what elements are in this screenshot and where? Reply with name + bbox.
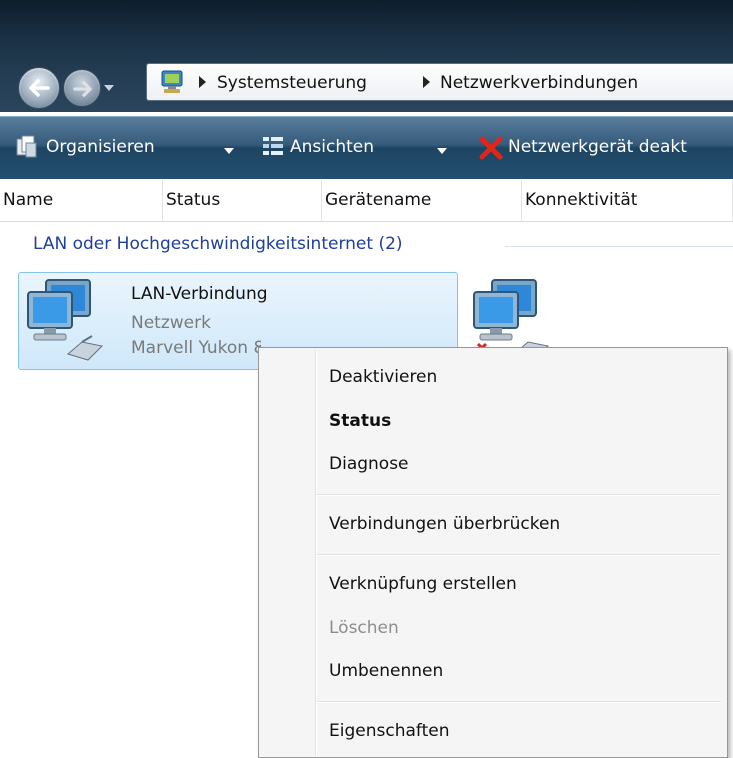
- forward-button[interactable]: [63, 69, 101, 107]
- views-dropdown-icon[interactable]: [437, 148, 447, 154]
- connection-device: Marvell Yukon 88E8053 PCI: [131, 338, 261, 358]
- disable-device-icon: [479, 136, 503, 160]
- command-toolbar: Organisieren Ansichten Netzwerkgerät dea…: [0, 116, 733, 179]
- group-header-lan[interactable]: LAN oder Hochgeschwindigkeitsinternet (2…: [33, 234, 403, 254]
- column-header-device-name[interactable]: Gerätename: [322, 180, 522, 221]
- menu-item-bridge-connections[interactable]: Verbindungen überbrücken: [329, 514, 560, 534]
- organize-icon: [16, 135, 37, 158]
- menu-separator: [317, 494, 721, 496]
- control-panel-icon: [161, 70, 183, 93]
- views-button[interactable]: Ansichten: [290, 137, 374, 157]
- back-button[interactable]: [18, 67, 60, 109]
- network-connection-icon: [27, 279, 104, 361]
- menu-item-rename[interactable]: Umbenennen: [329, 661, 443, 681]
- address-bar[interactable]: Systemsteuerung Netzwerkverbindungen: [146, 63, 733, 101]
- menu-item-properties[interactable]: Eigenschaften: [329, 721, 449, 741]
- menu-item-create-shortcut[interactable]: Verknüpfung erstellen: [329, 574, 517, 594]
- disable-device-button[interactable]: Netzwerkgerät deakt: [508, 137, 687, 157]
- menu-separator: [317, 701, 721, 703]
- menu-item-diagnose[interactable]: Diagnose: [329, 454, 409, 474]
- organize-dropdown-icon[interactable]: [224, 148, 234, 154]
- menu-item-status[interactable]: Status: [329, 411, 391, 431]
- breadcrumb-separator-icon: [423, 76, 430, 88]
- column-header-row: Name Status Gerätename Konnektivität: [0, 180, 733, 222]
- organize-button[interactable]: Organisieren: [46, 137, 155, 157]
- window-titlebar: Systemsteuerung Netzwerkverbindungen: [0, 0, 733, 112]
- breadcrumb-systemsteuerung[interactable]: Systemsteuerung: [217, 73, 367, 93]
- arrow-left-icon: [29, 79, 50, 97]
- context-menu: Deaktivieren Status Diagnose Verbindunge…: [258, 347, 728, 758]
- menu-item-deaktivieren[interactable]: Deaktivieren: [329, 367, 437, 387]
- views-icon: [263, 137, 283, 155]
- arrow-right-icon: [73, 81, 92, 97]
- column-header-name[interactable]: Name: [0, 180, 163, 221]
- breadcrumb-netzwerkverbindungen[interactable]: Netzwerkverbindungen: [440, 73, 638, 93]
- breadcrumb-separator-icon: [199, 76, 206, 88]
- column-header-connectivity[interactable]: Konnektivität: [522, 180, 733, 221]
- connection-status: Netzwerk: [131, 313, 211, 333]
- context-menu-gutter: [315, 350, 317, 755]
- recent-pages-dropdown-icon[interactable]: [104, 84, 114, 92]
- group-divider: [505, 246, 733, 247]
- menu-item-delete: Löschen: [329, 618, 399, 638]
- connection-name: LAN-Verbindung: [131, 284, 268, 304]
- column-header-status[interactable]: Status: [163, 180, 322, 221]
- menu-separator: [317, 554, 721, 556]
